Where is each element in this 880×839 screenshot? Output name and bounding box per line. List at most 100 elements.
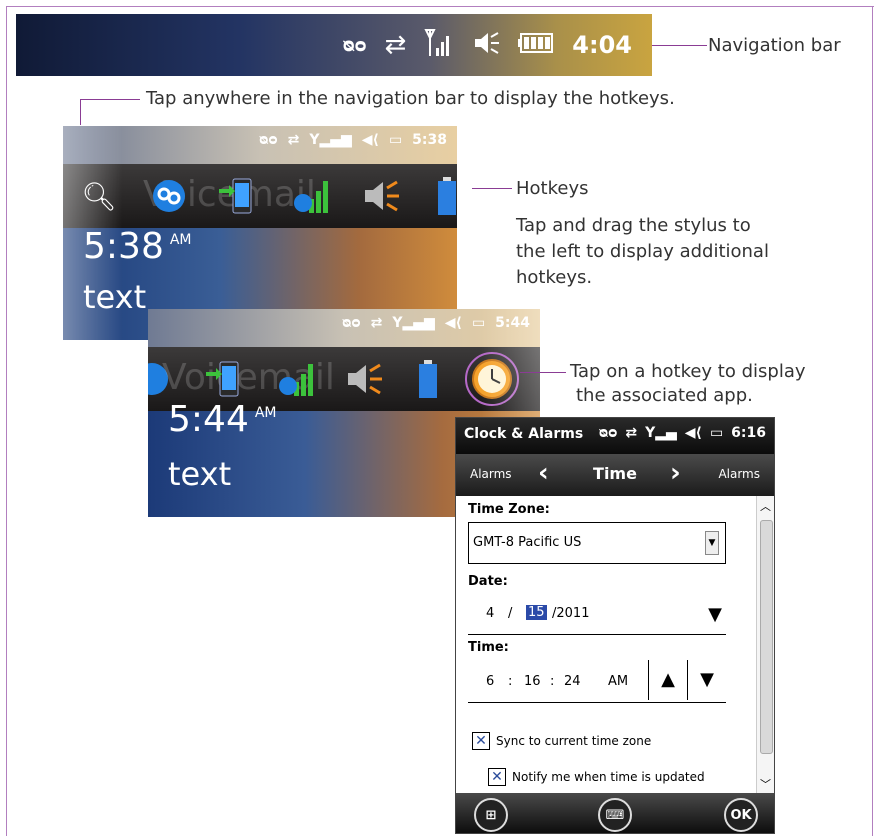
clock-alarms-app: Clock & Alarms ᴓᴑ ⇄ Y▂▄ ◀︎⟨ ▭ 6:16 Alarm… [455, 417, 775, 834]
speaker-icon: ◀︎⟨ [684, 425, 702, 441]
navigation-bar[interactable]: ᴓᴑ ⇄ 4:04 [16, 14, 652, 76]
navigation-bar-status: ᴓᴑ ⇄ 4:04 [343, 14, 652, 76]
sync-label: Sync to current time zone [496, 734, 652, 748]
voicemail-icon: ᴓᴑ [342, 34, 367, 56]
dropdown-arrow-icon[interactable]: ▼ [705, 531, 719, 555]
frame-border-left [6, 6, 7, 836]
keyboard-icon[interactable]: ⌨ [598, 798, 632, 832]
phone-transfer-hotkey-icon[interactable] [202, 355, 246, 403]
tap-hotkey-callout-line [520, 372, 566, 373]
date-picker[interactable]: 4 / 15 /2011 ▼ [468, 596, 726, 632]
time-zone-value: GMT-8 Pacific US [473, 535, 582, 550]
hotkeys-callout: Hotkeys [516, 178, 589, 199]
volume-hotkey-icon[interactable] [342, 355, 386, 403]
phone-signal-hotkey-icon[interactable] [289, 172, 333, 220]
home-text: text [168, 455, 232, 493]
speaker-icon: ◀︎⟨ [444, 315, 462, 331]
voicemail-icon: ᴓᴑ [598, 425, 618, 441]
tap-anywhere-callout: Tap anywhere in the navigation bar to di… [146, 88, 675, 109]
notify-checkbox[interactable]: ✕ [488, 768, 506, 786]
notify-label: Notify me when time is updated [512, 770, 705, 784]
battery-hotkey-icon[interactable] [406, 355, 450, 403]
status-clock: 5:38 [412, 132, 447, 148]
signal-strength-icon: Y▂▄▆ [392, 315, 435, 331]
time-separator-1: : [508, 674, 513, 689]
date-divider [468, 634, 726, 635]
date-separator: / [508, 606, 513, 621]
signal-strength-icon: Y▂▄▆ [309, 132, 352, 148]
scroll-down-icon[interactable]: ﹀ [760, 776, 771, 792]
battery-hotkey-icon[interactable] [425, 172, 457, 220]
time-down-arrow-icon[interactable]: ▼ [688, 660, 726, 700]
voicemail-icon: ᴓᴑ [259, 132, 278, 148]
status-bar[interactable]: ᴓᴑ ⇄ Y▂▄▆ ◀︎⟨ ▭ 5:44 [148, 309, 540, 347]
sync-checkbox[interactable]: ✕ [472, 732, 490, 750]
voicemail-hotkey-icon[interactable] [147, 172, 191, 220]
time-minute[interactable]: 16 [524, 674, 541, 689]
battery-icon [518, 32, 554, 58]
connection-arrows-icon: ⇄ [287, 132, 300, 148]
tap-anywhere-callout-line [80, 99, 140, 100]
hotkeys-screenshot-1: ᴓᴑ ⇄ Y▂▄▆ ◀︎⟨ ▭ 5:38 🔍︎ Voicemail 5:38AM… [63, 126, 457, 340]
time-separator-2: : [550, 674, 555, 689]
phone-transfer-hotkey-icon[interactable] [215, 172, 259, 220]
signal-strength-icon: Y▂▄ [645, 425, 677, 441]
app-pivot-nav: Alarms ‹ Time › Alarms [456, 454, 774, 496]
app-clock: 6:16 [731, 425, 766, 441]
time-divider [468, 702, 726, 703]
home-time: 5:44 AM [168, 399, 277, 440]
app-status-bar[interactable]: Clock & Alarms ᴓᴑ ⇄ Y▂▄ ◀︎⟨ ▭ 6:16 [456, 418, 774, 454]
pivot-next-label[interactable]: Alarms [718, 467, 760, 481]
date-dropdown-icon[interactable]: ▼ [708, 604, 722, 625]
status-clock: 5:44 [495, 315, 530, 331]
navigation-bar-clock: 4:04 [572, 31, 632, 59]
frame-border-top [6, 6, 874, 7]
ok-button[interactable]: OK [724, 798, 758, 832]
time-hour[interactable]: 6 [486, 674, 494, 689]
scrollbar[interactable]: ︿ ﹀ [756, 496, 774, 793]
app-content: Time Zone: GMT-8 Pacific US ▼ Date: 4 / … [456, 496, 756, 793]
navigation-bar-callout-line [652, 45, 707, 46]
signal-strength-icon [424, 28, 454, 62]
scroll-up-icon[interactable]: ︿ [760, 498, 771, 514]
time-ampm[interactable]: AM [608, 674, 628, 689]
drag-callout-line1: Tap and drag the stylus to [516, 215, 751, 236]
speaker-icon [472, 29, 500, 61]
hotkey-bar[interactable]: 🔍︎ Voicemail [63, 164, 457, 228]
windows-start-icon[interactable]: ⊞ [474, 798, 508, 832]
app-status-icons: ᴓᴑ ⇄ Y▂▄ ◀︎⟨ ▭ 6:16 [599, 425, 766, 441]
battery-icon: ▭ [709, 425, 724, 441]
time-picker[interactable]: 6 : 16 : 24 AM ▲ ▼ [468, 660, 726, 700]
home-time: 5:38 AM [83, 226, 192, 267]
time-zone-label: Time Zone: [468, 502, 550, 517]
date-year[interactable]: /2011 [552, 606, 589, 621]
date-month[interactable]: 4 [486, 606, 494, 621]
time-zone-select[interactable]: GMT-8 Pacific US ▼ [468, 522, 726, 564]
tap-hotkey-callout-line1: Tap on a hotkey to display [570, 361, 806, 382]
status-bar[interactable]: ᴓᴑ ⇄ Y▂▄▆ ◀︎⟨ ▭ 5:38 [63, 126, 457, 164]
scrollbar-thumb[interactable] [760, 520, 773, 754]
status-icons: ᴓᴑ ⇄ Y▂▄▆ ◀︎⟨ ▭ 5:38 [259, 132, 447, 148]
navigation-bar-callout: Navigation bar [708, 35, 841, 56]
phone-signal-hotkey-icon[interactable] [274, 355, 318, 403]
magnifier-hotkey-icon[interactable]: 🔍︎ [77, 172, 121, 220]
speaker-icon: ◀︎⟨ [361, 132, 379, 148]
connection-arrows-icon: ⇄ [625, 425, 638, 441]
drag-callout-line3: hotkeys. [516, 267, 593, 288]
date-day[interactable]: 15 [526, 605, 547, 620]
tap-hotkey-callout-line2: the associated app. [576, 385, 753, 406]
hotkeys-callout-line [472, 188, 512, 189]
status-icons: ᴓᴑ ⇄ Y▂▄▆ ◀︎⟨ ▭ 5:44 [342, 315, 530, 331]
tap-anywhere-callout-tick [80, 99, 81, 125]
drag-callout-line2: the left to display additional [516, 241, 769, 262]
voicemail-icon: ᴓᴑ [342, 315, 361, 331]
chevron-right-icon[interactable]: › [670, 458, 681, 488]
clock-hotkey-icon[interactable] [464, 351, 520, 407]
time-up-arrow-icon[interactable]: ▲ [648, 660, 688, 700]
volume-hotkey-icon[interactable] [359, 172, 403, 220]
date-label: Date: [468, 574, 508, 589]
time-label: Time: [468, 640, 509, 655]
home-text: text [83, 278, 147, 316]
time-second[interactable]: 24 [564, 674, 581, 689]
battery-icon: ▭ [471, 315, 486, 331]
